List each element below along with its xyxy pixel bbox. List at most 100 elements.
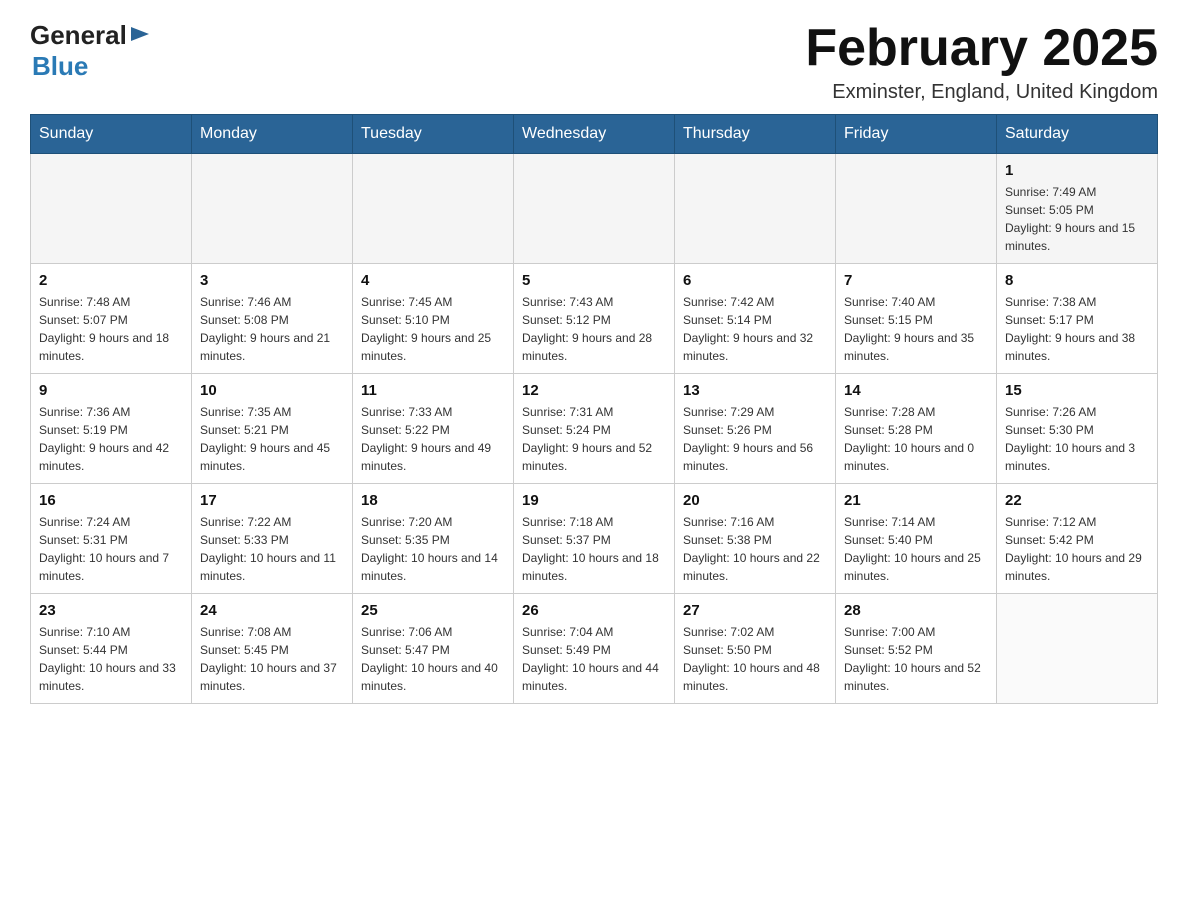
- calendar-cell: 21 Sunrise: 7:14 AMSunset: 5:40 PMDayligh…: [836, 484, 997, 594]
- day-info: Sunrise: 7:36 AMSunset: 5:19 PMDaylight:…: [39, 403, 183, 475]
- page-header: General Blue February 2025 Exminster, En…: [30, 20, 1158, 104]
- day-number: 26: [522, 602, 666, 619]
- day-number: 27: [683, 602, 827, 619]
- day-info: Sunrise: 7:42 AMSunset: 5:14 PMDaylight:…: [683, 293, 827, 365]
- day-info: Sunrise: 7:49 AMSunset: 5:05 PMDaylight:…: [1005, 183, 1149, 255]
- calendar-cell: 4 Sunrise: 7:45 AMSunset: 5:10 PMDaylight…: [353, 264, 514, 374]
- day-number: 2: [39, 272, 183, 289]
- calendar-table: SundayMondayTuesdayWednesdayThursdayFrid…: [30, 114, 1158, 704]
- day-number: 9: [39, 382, 183, 399]
- calendar-cell: 8 Sunrise: 7:38 AMSunset: 5:17 PMDaylight…: [997, 264, 1158, 374]
- day-info: Sunrise: 7:06 AMSunset: 5:47 PMDaylight:…: [361, 623, 505, 695]
- day-info: Sunrise: 7:02 AMSunset: 5:50 PMDaylight:…: [683, 623, 827, 695]
- calendar-cell: [353, 154, 514, 264]
- day-info: Sunrise: 7:40 AMSunset: 5:15 PMDaylight:…: [844, 293, 988, 365]
- day-info: Sunrise: 7:18 AMSunset: 5:37 PMDaylight:…: [522, 513, 666, 585]
- day-info: Sunrise: 7:24 AMSunset: 5:31 PMDaylight:…: [39, 513, 183, 585]
- calendar-cell: 5 Sunrise: 7:43 AMSunset: 5:12 PMDaylight…: [514, 264, 675, 374]
- day-number: 23: [39, 602, 183, 619]
- calendar-cell: 17 Sunrise: 7:22 AMSunset: 5:33 PMDayligh…: [192, 484, 353, 594]
- calendar-cell: 6 Sunrise: 7:42 AMSunset: 5:14 PMDaylight…: [675, 264, 836, 374]
- calendar-cell: 15Sunrise: 7:26 AMSunset: 5:30 PMDayligh…: [997, 374, 1158, 484]
- calendar-week-row: 9 Sunrise: 7:36 AMSunset: 5:19 PMDaylight…: [31, 374, 1158, 484]
- day-info: Sunrise: 7:48 AMSunset: 5:07 PMDaylight:…: [39, 293, 183, 365]
- day-number: 1: [1005, 162, 1149, 179]
- calendar-cell: [836, 154, 997, 264]
- weekday-header: Thursday: [675, 115, 836, 154]
- day-info: Sunrise: 7:14 AMSunset: 5:40 PMDaylight:…: [844, 513, 988, 585]
- calendar-cell: [675, 154, 836, 264]
- day-number: 11: [361, 382, 505, 399]
- day-info: Sunrise: 7:20 AMSunset: 5:35 PMDaylight:…: [361, 513, 505, 585]
- calendar-cell: 20Sunrise: 7:16 AMSunset: 5:38 PMDayligh…: [675, 484, 836, 594]
- day-number: 22: [1005, 492, 1149, 509]
- calendar-cell: 26 Sunrise: 7:04 AMSunset: 5:49 PMDayligh…: [514, 594, 675, 704]
- calendar-cell: 22 Sunrise: 7:12 AMSunset: 5:42 PMDayligh…: [997, 484, 1158, 594]
- calendar-cell: 28Sunrise: 7:00 AMSunset: 5:52 PMDayligh…: [836, 594, 997, 704]
- day-number: 24: [200, 602, 344, 619]
- calendar-cell: 27 Sunrise: 7:02 AMSunset: 5:50 PMDayligh…: [675, 594, 836, 704]
- weekday-header: Tuesday: [353, 115, 514, 154]
- calendar-cell: [514, 154, 675, 264]
- calendar-cell: 24 Sunrise: 7:08 AMSunset: 5:45 PMDayligh…: [192, 594, 353, 704]
- day-number: 4: [361, 272, 505, 289]
- day-number: 16: [39, 492, 183, 509]
- day-info: Sunrise: 7:33 AMSunset: 5:22 PMDaylight:…: [361, 403, 505, 475]
- day-info: Sunrise: 7:28 AMSunset: 5:28 PMDaylight:…: [844, 403, 988, 475]
- calendar-cell: 1 Sunrise: 7:49 AMSunset: 5:05 PMDaylight…: [997, 154, 1158, 264]
- weekday-header: Wednesday: [514, 115, 675, 154]
- day-info: Sunrise: 7:29 AMSunset: 5:26 PMDaylight:…: [683, 403, 827, 475]
- day-info: Sunrise: 7:16 AMSunset: 5:38 PMDaylight:…: [683, 513, 827, 585]
- day-number: 28: [844, 602, 988, 619]
- day-info: Sunrise: 7:35 AMSunset: 5:21 PMDaylight:…: [200, 403, 344, 475]
- day-number: 7: [844, 272, 988, 289]
- calendar-cell: 25 Sunrise: 7:06 AMSunset: 5:47 PMDayligh…: [353, 594, 514, 704]
- day-number: 3: [200, 272, 344, 289]
- calendar-cell: 16 Sunrise: 7:24 AMSunset: 5:31 PMDayligh…: [31, 484, 192, 594]
- logo-blue-text: Blue: [32, 51, 88, 81]
- day-number: 19: [522, 492, 666, 509]
- calendar-cell: 12 Sunrise: 7:31 AMSunset: 5:24 PMDayligh…: [514, 374, 675, 484]
- logo: General Blue: [30, 20, 151, 82]
- calendar-cell: [192, 154, 353, 264]
- day-number: 14: [844, 382, 988, 399]
- day-info: Sunrise: 7:43 AMSunset: 5:12 PMDaylight:…: [522, 293, 666, 365]
- calendar-header-row: SundayMondayTuesdayWednesdayThursdayFrid…: [31, 115, 1158, 154]
- calendar-cell: [31, 154, 192, 264]
- day-number: 12: [522, 382, 666, 399]
- calendar-cell: 7 Sunrise: 7:40 AMSunset: 5:15 PMDaylight…: [836, 264, 997, 374]
- day-info: Sunrise: 7:38 AMSunset: 5:17 PMDaylight:…: [1005, 293, 1149, 365]
- day-info: Sunrise: 7:45 AMSunset: 5:10 PMDaylight:…: [361, 293, 505, 365]
- day-info: Sunrise: 7:22 AMSunset: 5:33 PMDaylight:…: [200, 513, 344, 585]
- weekday-header: Friday: [836, 115, 997, 154]
- day-number: 8: [1005, 272, 1149, 289]
- day-info: Sunrise: 7:31 AMSunset: 5:24 PMDaylight:…: [522, 403, 666, 475]
- calendar-cell: [997, 594, 1158, 704]
- weekday-header: Saturday: [997, 115, 1158, 154]
- logo-general-text: General: [30, 20, 127, 51]
- calendar-cell: 19 Sunrise: 7:18 AMSunset: 5:37 PMDayligh…: [514, 484, 675, 594]
- logo-arrow-icon: [129, 23, 151, 45]
- day-info: Sunrise: 7:46 AMSunset: 5:08 PMDaylight:…: [200, 293, 344, 365]
- day-info: Sunrise: 7:10 AMSunset: 5:44 PMDaylight:…: [39, 623, 183, 695]
- weekday-header: Monday: [192, 115, 353, 154]
- day-number: 6: [683, 272, 827, 289]
- day-number: 17: [200, 492, 344, 509]
- calendar-cell: 23 Sunrise: 7:10 AMSunset: 5:44 PMDayligh…: [31, 594, 192, 704]
- day-number: 5: [522, 272, 666, 289]
- day-info: Sunrise: 7:12 AMSunset: 5:42 PMDaylight:…: [1005, 513, 1149, 585]
- day-info: Sunrise: 7:08 AMSunset: 5:45 PMDaylight:…: [200, 623, 344, 695]
- day-number: 21: [844, 492, 988, 509]
- location-text: Exminster, England, United Kingdom: [805, 81, 1158, 104]
- calendar-cell: 14 Sunrise: 7:28 AMSunset: 5:28 PMDayligh…: [836, 374, 997, 484]
- day-number: 25: [361, 602, 505, 619]
- day-number: 18: [361, 492, 505, 509]
- calendar-cell: 11 Sunrise: 7:33 AMSunset: 5:22 PMDayligh…: [353, 374, 514, 484]
- calendar-cell: 3 Sunrise: 7:46 AMSunset: 5:08 PMDaylight…: [192, 264, 353, 374]
- calendar-cell: 13Sunrise: 7:29 AMSunset: 5:26 PMDayligh…: [675, 374, 836, 484]
- calendar-week-row: 1 Sunrise: 7:49 AMSunset: 5:05 PMDaylight…: [31, 154, 1158, 264]
- calendar-cell: 18 Sunrise: 7:20 AMSunset: 5:35 PMDayligh…: [353, 484, 514, 594]
- day-info: Sunrise: 7:04 AMSunset: 5:49 PMDaylight:…: [522, 623, 666, 695]
- weekday-header: Sunday: [31, 115, 192, 154]
- title-block: February 2025 Exminster, England, United…: [805, 20, 1158, 104]
